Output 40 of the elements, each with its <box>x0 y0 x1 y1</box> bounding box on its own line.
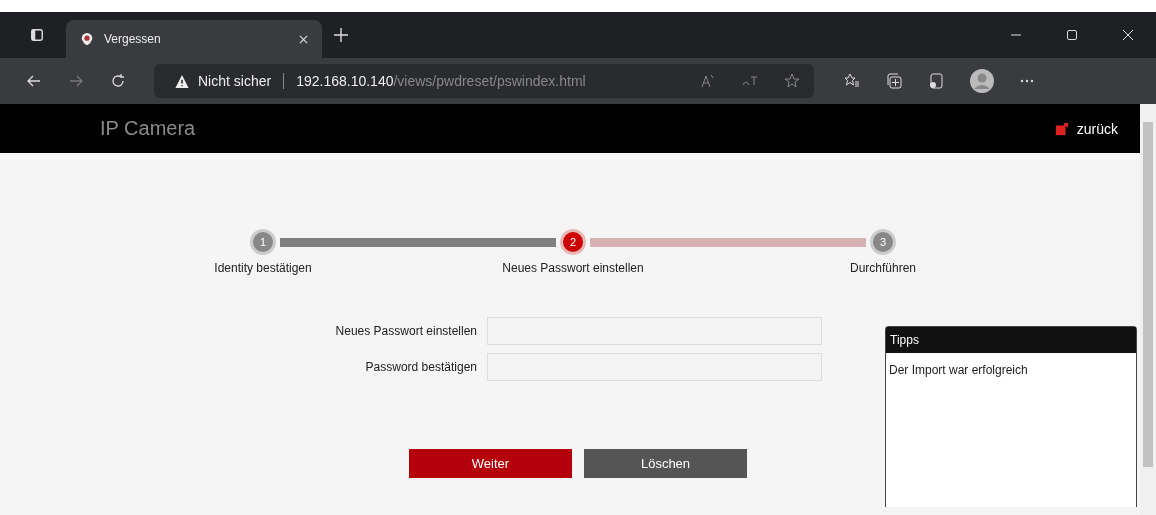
password-field[interactable] <box>487 317 822 345</box>
profile-avatar-icon[interactable] <box>970 69 994 93</box>
browser-tab[interactable]: Vergessen <box>66 20 322 58</box>
tips-title: Tipps <box>890 333 919 347</box>
app-title: IP Camera <box>100 117 196 140</box>
favorites-icon[interactable] <box>844 73 860 89</box>
close-icon[interactable] <box>1122 29 1134 41</box>
add-favorite-icon[interactable] <box>784 73 800 89</box>
step-circle: 2 <box>560 229 586 255</box>
field-label: Neues Passwort einstellen <box>334 324 478 338</box>
read-aloud-icon[interactable] <box>700 73 716 89</box>
scrollbar[interactable] <box>1140 104 1156 515</box>
tab-actions-icon[interactable] <box>30 28 44 42</box>
back-arrow-icon[interactable] <box>26 73 42 89</box>
warning-icon <box>174 73 190 89</box>
site-icon <box>80 32 94 46</box>
tips-text: Der Import war erfolgreich <box>888 362 1029 379</box>
exit-icon <box>1054 121 1069 136</box>
new-tab-icon[interactable] <box>334 28 348 42</box>
back-link[interactable]: zurück <box>1054 120 1118 137</box>
close-tab-icon[interactable] <box>299 34 308 44</box>
security-label: Nicht sicher <box>198 73 272 89</box>
more-icon[interactable] <box>1020 79 1034 83</box>
step-circle: 3 <box>870 229 896 255</box>
collections-icon[interactable] <box>886 73 902 89</box>
url-text: 192.168.10.140/views/pwdreset/pswindex.html <box>296 73 586 89</box>
address-bar[interactable]: Nicht sicher 192.168.10.140/views/pwdreset/pswindex.html <box>154 64 814 98</box>
field-label: Password bestätigen <box>364 360 478 374</box>
form-button[interactable]: Löschen <box>584 449 747 478</box>
step-label: Neues Passwort einstellen <box>502 261 644 275</box>
tab-title: Vergessen <box>104 32 162 46</box>
forward-arrow-icon[interactable] <box>68 73 84 89</box>
form-button[interactable]: Weiter <box>409 449 572 478</box>
maximize-icon[interactable] <box>1066 29 1078 41</box>
step-label: Identity bestätigen <box>214 261 312 275</box>
reload-icon[interactable] <box>110 73 126 89</box>
step-label: Durchführen <box>850 261 917 275</box>
password-field[interactable] <box>487 353 822 381</box>
step-circle: 1 <box>250 229 276 255</box>
screenshot-icon[interactable] <box>928 73 944 89</box>
